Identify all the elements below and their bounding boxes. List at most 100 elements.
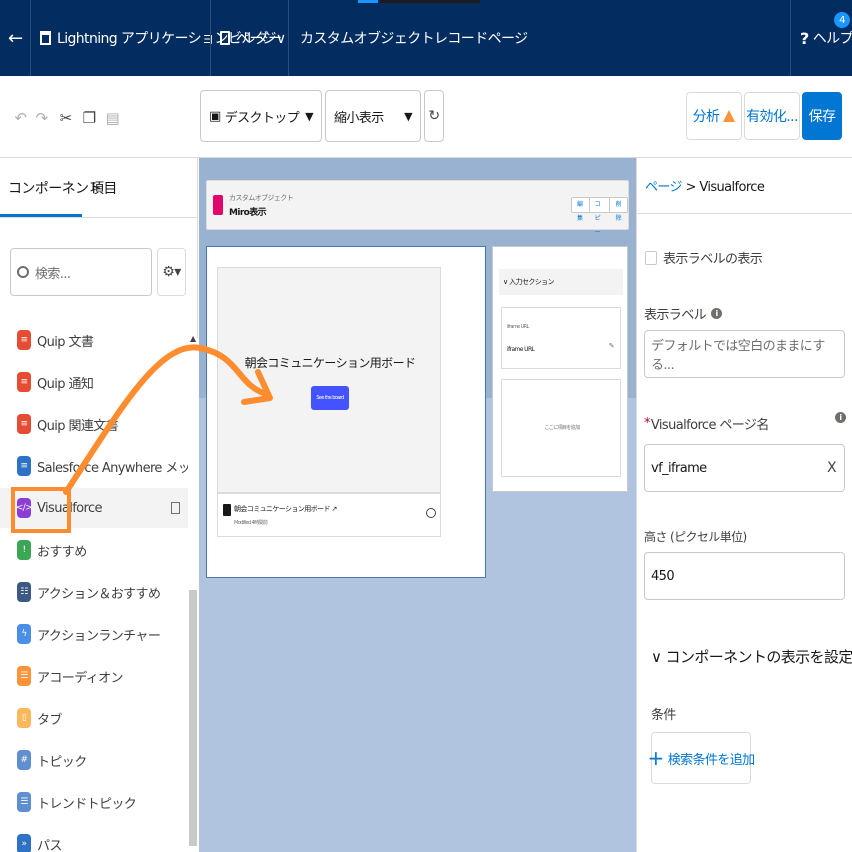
component-label: タブ <box>37 712 62 728</box>
tabs-icon: ▯ <box>17 708 31 728</box>
save-button[interactable]: 保存 <box>802 92 842 140</box>
quip-icon: ≡ <box>17 372 31 392</box>
tab-components[interactable]: コンポーネント <box>8 178 102 198</box>
breadcrumb-separator: > <box>681 180 700 195</box>
visibility-section-toggle[interactable]: ∨ コンポーネントの表示を設定 <box>651 646 852 667</box>
back-button[interactable]: ← <box>8 0 23 76</box>
analyze-label: 分析 <box>692 109 720 125</box>
board-footer-title[interactable]: 朝会コミュニケーション用ボード ↗ <box>234 504 337 514</box>
settings-menu-button[interactable]: ⚙▾ <box>157 248 186 296</box>
edit-button[interactable]: 編集 <box>572 198 590 222</box>
vf-board-footer: 朝会コミュニケーション用ボード ↗ Modified 4時間前 <box>217 493 441 537</box>
main-region[interactable]: 朝会コミュニケーション用ボード See the board 朝会コミュニケーショ… <box>206 246 486 578</box>
cut-icon[interactable]: ✂ <box>54 109 77 127</box>
vf-page-name-input[interactable]: vf_iframe X <box>644 444 845 492</box>
device-select[interactable]: ▣ デスクトップ ▼ <box>200 90 322 142</box>
height-field-label: 高さ (ピクセル単位) <box>644 530 747 544</box>
paste-icon[interactable]: ▤ <box>101 109 124 127</box>
add-filter-button[interactable]: + 検索条件を追加 <box>648 732 755 784</box>
refresh-button[interactable]: ↻ <box>424 90 444 142</box>
help-badge: 4 <box>834 12 850 28</box>
accordion-icon: ☰ <box>17 666 31 686</box>
recommendation-icon: ! <box>17 540 31 560</box>
visualforce-component[interactable]: 朝会コミュニケーション用ボード See the board <box>217 267 441 493</box>
component-item[interactable]: ≡ Quip 文書 <box>0 320 188 360</box>
info-icon[interactable]: i <box>711 308 723 319</box>
copy-icon[interactable]: ❐ <box>77 109 100 127</box>
quip-icon: ≡ <box>17 414 31 434</box>
analyze-button[interactable]: 分析 <box>686 92 742 140</box>
input-section-header[interactable]: ∨ 入力セクション <box>499 269 623 295</box>
component-label: トレンドトピック <box>37 796 137 812</box>
component-item[interactable]: » パス <box>0 824 188 852</box>
caret-down-icon: ▼ <box>404 109 412 123</box>
redo-icon[interactable]: ↷ <box>31 109 52 127</box>
activate-button[interactable]: 有効化... <box>744 92 800 140</box>
see-board-button[interactable]: See the board <box>311 386 349 410</box>
divider <box>637 213 852 214</box>
checkbox-box[interactable] <box>645 250 657 265</box>
back-arrow-icon: ← <box>8 27 23 49</box>
component-item[interactable]: ! おすすめ <box>0 530 188 570</box>
component-item[interactable]: ≡ Quip 通知 <box>0 362 188 402</box>
component-search-input[interactable]: 検索... <box>10 248 152 296</box>
tab-fields[interactable]: 項目 <box>90 178 117 198</box>
vf-board-title: 朝会コミュニケーション用ボード <box>244 356 416 370</box>
component-item[interactable]: ≡ Quip 関連文書 <box>0 404 188 444</box>
show-label-checkbox[interactable]: 表示ラベルの表示 <box>645 248 763 267</box>
component-label: Quip 文書 <box>37 334 94 350</box>
pages-menu-button[interactable]: ページ∨ <box>220 0 286 76</box>
divider <box>790 0 791 76</box>
record-name: Miro表示 <box>229 208 267 218</box>
clipboard-group: ✂ ❐ ▤ <box>54 96 124 140</box>
record-header[interactable]: カスタムオブジェクト Miro表示 編集 コピー 削除 <box>206 180 629 236</box>
add-filter-label: 検索条件を追加 <box>667 752 755 768</box>
device-select-value: デスクトップ <box>224 110 300 126</box>
message-icon: ≡ <box>17 456 31 476</box>
clear-icon[interactable]: X <box>827 460 837 476</box>
component-item[interactable]: ☰ アコーディオン <box>0 656 188 696</box>
component-item[interactable]: ▯ タブ <box>0 698 188 738</box>
caret-down-icon: ▼ <box>305 109 313 123</box>
custom-object-icon <box>213 195 223 215</box>
component-item[interactable]: ≡ Salesforce Anywhere メッセージ <box>0 446 188 486</box>
component-label: パス <box>37 838 62 852</box>
copy-button[interactable]: コピー <box>590 198 611 236</box>
refresh-icon: ↻ <box>428 108 440 124</box>
breadcrumb-page-link[interactable]: ページ <box>645 180 683 195</box>
search-placeholder: 検索... <box>35 266 71 282</box>
delete-button[interactable]: 削除 <box>610 198 627 222</box>
undo-redo-group: ↶ ↷ <box>10 96 52 140</box>
component-item[interactable]: # トピック <box>0 740 188 780</box>
info-icon[interactable]: i <box>835 412 846 423</box>
view-select-value: 縮小表示 <box>334 110 384 126</box>
page-canvas: カスタムオブジェクト Miro表示 編集 コピー 削除 朝会コミュニケーション用… <box>199 158 636 852</box>
component-item[interactable]: ϟ アクションランチャー <box>0 614 188 654</box>
pencil-icon[interactable]: ✎ <box>609 342 615 350</box>
component-label: おすすめ <box>37 544 87 560</box>
undo-icon[interactable]: ↶ <box>10 109 31 127</box>
warning-icon <box>723 110 736 122</box>
breadcrumb: ページ > Visualforce <box>645 176 765 195</box>
quip-icon: ≡ <box>17 330 31 350</box>
active-tab-indicator <box>0 214 82 217</box>
drag-handle-icon[interactable] <box>171 502 180 514</box>
scrollbar-thumb[interactable] <box>189 590 197 846</box>
field-drop-zone[interactable]: ここに項目を追加 <box>501 379 621 477</box>
component-label: Quip 通知 <box>37 376 94 392</box>
view-select[interactable]: 縮小表示 ▼ <box>325 90 421 142</box>
vf-page-field-text: Visualforce ページ名 <box>650 418 769 433</box>
object-type-label: カスタムオブジェクト <box>229 194 294 202</box>
iframe-url-field[interactable]: iframe URL iframe URL ✎ <box>501 307 621 369</box>
component-item[interactable]: ☰ トレンドトピック <box>0 782 188 822</box>
label-input[interactable]: デフォルトでは空白のままにする... <box>644 330 845 378</box>
desktop-icon: ▣ <box>209 108 221 124</box>
builder-toolbar: ↶ ↷ ✂ ❐ ▤ ▣ デスクトップ ▼ 縮小表示 ▼ ↻ 分析 有効化... … <box>0 76 852 158</box>
breadcrumb-current: Visualforce <box>699 180 765 195</box>
component-item[interactable]: ☷ アクション＆おすすめ <box>0 572 188 612</box>
sidebar-region[interactable]: ∨ 入力セクション iframe URL iframe URL ✎ ここに項目を… <box>492 246 628 492</box>
height-input[interactable]: 450 <box>644 552 845 600</box>
divider <box>30 0 31 76</box>
scroll-up-icon[interactable]: ▲ <box>190 334 196 343</box>
info-icon[interactable] <box>426 508 436 518</box>
